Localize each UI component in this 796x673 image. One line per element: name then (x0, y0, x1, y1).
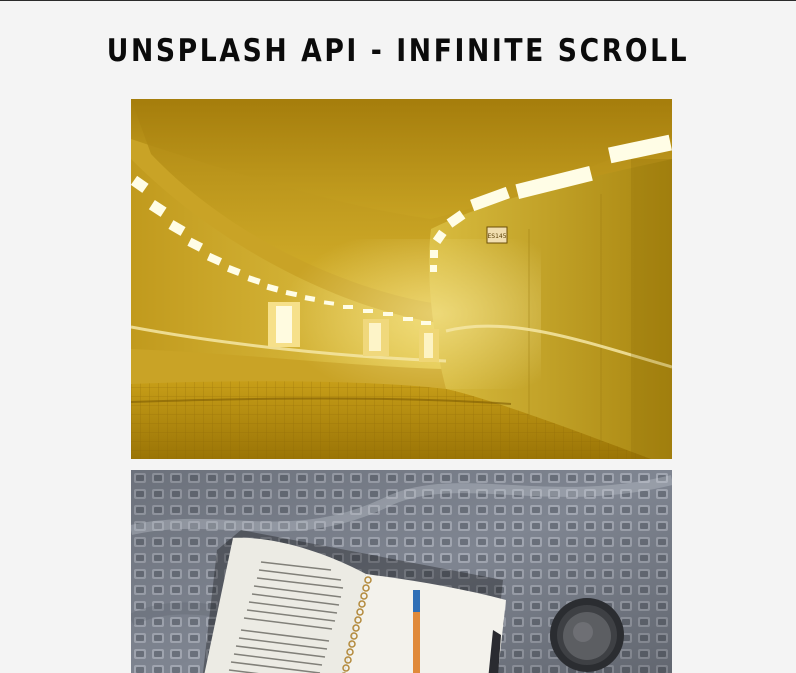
page-title: UNSPLASH API - INFINITE SCROLL (106, 33, 690, 69)
gallery-photo-tunnel[interactable]: ES145 (131, 99, 672, 459)
gallery-photo-notebook[interactable] (131, 470, 672, 673)
tunnel-sign: ES145 (487, 233, 506, 240)
notebook-image (131, 470, 672, 673)
tunnel-image: ES145 (131, 99, 672, 459)
